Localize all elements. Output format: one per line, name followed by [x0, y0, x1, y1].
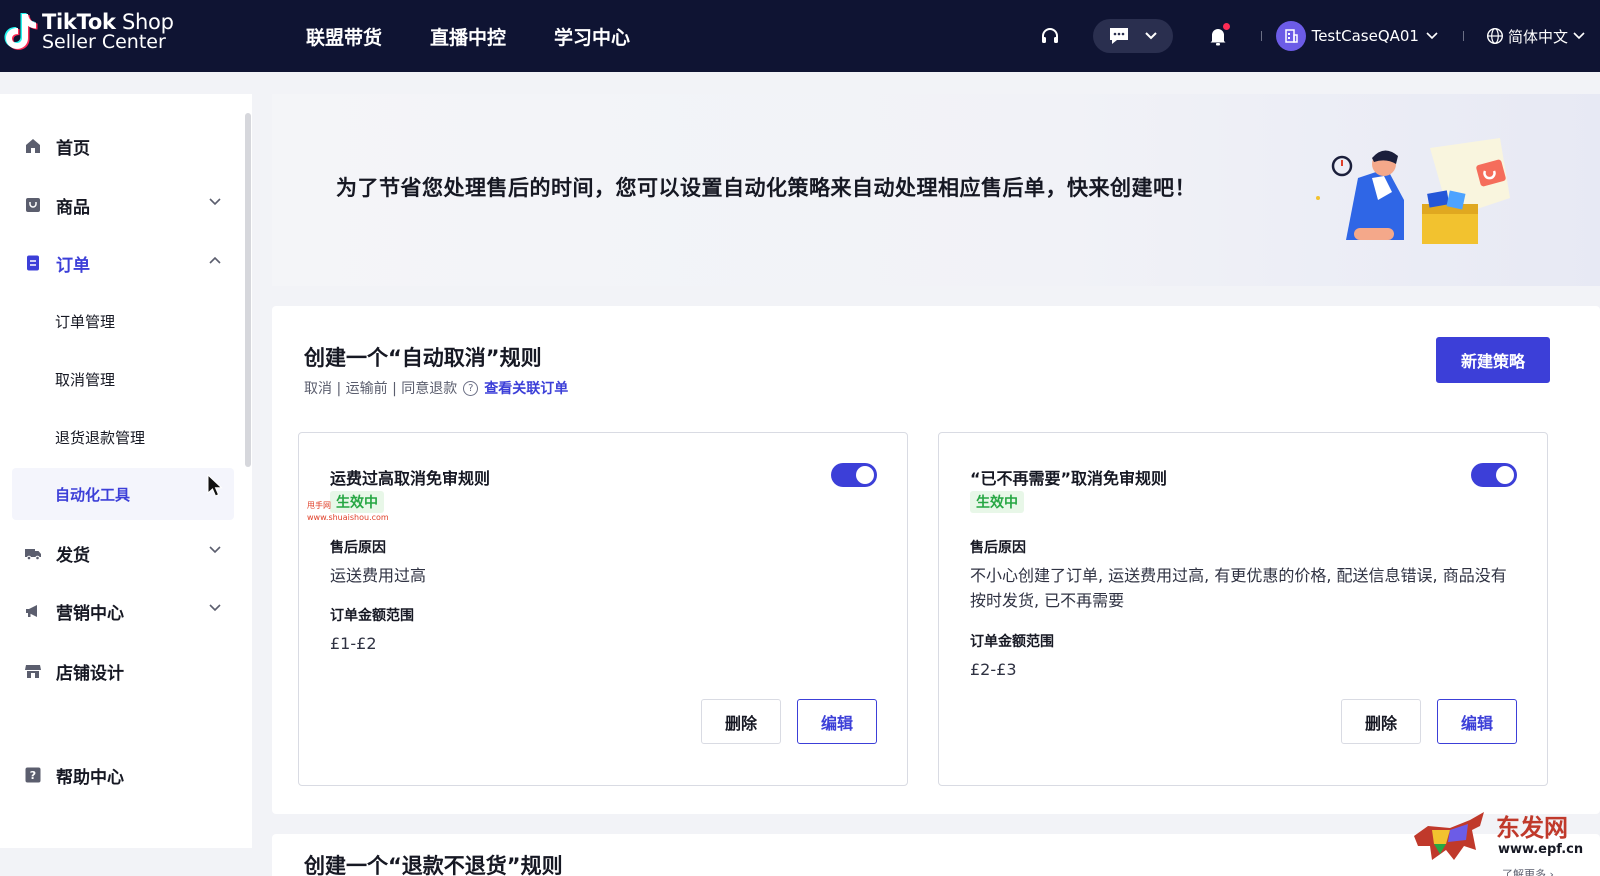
megaphone-icon — [24, 602, 42, 620]
rule-enable-toggle[interactable] — [1471, 463, 1517, 487]
svg-text:?: ? — [30, 769, 36, 782]
home-icon — [24, 137, 42, 155]
rule-title: “已不再需要”取消免审规则 — [970, 469, 1168, 488]
chevron-down-icon — [209, 604, 221, 612]
chevron-down-icon — [1144, 32, 1157, 40]
truck-icon — [24, 544, 42, 562]
corner-watermark: 东发网 www.epf.cn 了解更多 › — [1410, 806, 1600, 876]
amount-label: 订单金额范围 — [970, 634, 1054, 650]
topnav-learning-center[interactable]: 学习中心 — [554, 23, 630, 50]
watermark: 甩手网 www.shuaishou.com — [307, 500, 389, 524]
notification-dot — [1222, 23, 1230, 30]
reason-label: 售后原因 — [970, 540, 1026, 556]
amount-value: £2-£3 — [970, 660, 1017, 679]
sidebar-sub-automation-tools[interactable]: 自动化工具 — [12, 468, 234, 520]
shop-avatar-icon — [1275, 21, 1306, 51]
product-icon — [24, 196, 42, 214]
sidebar-sub-returns-refunds[interactable]: 退货退款管理 — [12, 412, 234, 462]
chat-icon — [1109, 28, 1128, 44]
edit-button[interactable]: 编辑 — [1437, 699, 1517, 744]
refund-only-section: 创建一个“退款不退货”规则 — [272, 834, 1600, 876]
language-label: 简体中文 — [1507, 27, 1568, 46]
section-title: 创建一个“退款不退货”规则 — [304, 854, 563, 876]
watermark-brand: 东发网 — [1496, 813, 1568, 842]
reason-label: 售后原因 — [330, 540, 386, 556]
watermark-url: www.epf.cn — [1498, 842, 1584, 857]
message-dropdown[interactable] — [1092, 19, 1173, 53]
chevron-up-icon — [209, 256, 221, 264]
rule-enable-toggle[interactable] — [831, 463, 877, 487]
tiktok-shop-logo[interactable]: TikTok Shop Seller Center — [0, 10, 174, 54]
sidebar-item-label: 营销中心 — [56, 603, 124, 624]
top-bar: TikTok Shop Seller Center 联盟带货 直播中控 学习中心… — [0, 0, 1600, 72]
account-menu[interactable]: TestCaseQA01 — [1275, 21, 1439, 51]
sidebar-item-home[interactable]: 首页 — [12, 121, 234, 171]
divider — [1462, 31, 1464, 41]
sidebar-sub-cancellation[interactable]: 取消管理 — [12, 354, 234, 404]
reason-value: 运送费用过高 — [330, 566, 427, 585]
edit-button[interactable]: 编辑 — [797, 699, 877, 744]
sidebar-item-orders[interactable]: 订单 — [12, 238, 234, 288]
sidebar-item-help-center[interactable]: ? 帮助中心 — [12, 750, 234, 800]
chevron-down-icon — [1573, 32, 1585, 40]
sidebar-item-label: 帮助中心 — [56, 767, 124, 788]
rule-card: 运费过高取消免审规则 生效中 售后原因 运送费用过高 订单金额范围 £1-£2 … — [298, 432, 908, 786]
section-title: 创建一个“自动取消”规则 — [304, 346, 542, 370]
sidebar-sub-order-management[interactable]: 订单管理 — [12, 296, 234, 346]
watermark-text: 甩手网 — [307, 501, 331, 510]
mouse-cursor-icon — [207, 474, 223, 497]
sidebar-item-marketing[interactable]: 营销中心 — [12, 586, 234, 636]
watermark-url: www.shuaishou.com — [307, 513, 389, 522]
language-selector[interactable]: 简体中文 — [1486, 26, 1586, 47]
top-nav: 联盟带货 直播中控 学习中心 — [306, 0, 678, 72]
sidebar-item-products[interactable]: 商品 — [12, 180, 234, 230]
auto-cancel-section: 创建一个“自动取消”规则 取消 | 运输前 | 同意退款 ? 查看关联订单 新建… — [272, 306, 1600, 814]
section-tags: 取消 | 运输前 | 同意退款 — [304, 381, 458, 397]
bell-icon[interactable] — [1203, 21, 1233, 51]
amount-label: 订单金额范围 — [330, 608, 414, 624]
rule-card: “已不再需要”取消免审规则 生效中 售后原因 不小心创建了订单, 运送费用过高,… — [938, 432, 1548, 786]
chevron-down-icon — [1426, 32, 1438, 40]
bull-logo-icon — [1414, 812, 1484, 860]
delete-button[interactable]: 删除 — [701, 699, 781, 744]
section-subtitle: 取消 | 运输前 | 同意退款 ? 查看关联订单 — [304, 378, 568, 398]
question-icon[interactable]: ? — [463, 380, 479, 396]
rule-title: 运费过高取消免审规则 — [330, 469, 491, 488]
reason-value: 不小心创建了订单, 运送费用过高, 有更优惠的价格, 配送信息错误, 商品没有按… — [970, 566, 1507, 610]
delete-button[interactable]: 删除 — [1341, 699, 1421, 744]
sidebar-scrollbar[interactable] — [245, 113, 251, 467]
help-icon: ? — [24, 766, 42, 784]
divider — [1260, 31, 1262, 41]
view-linked-orders-link[interactable]: 查看关联订单 — [484, 378, 568, 398]
sidebar-item-shipping[interactable]: 发货 — [12, 528, 234, 578]
logo-subtitle: Seller Center — [42, 31, 166, 54]
banner-message: 为了节省您处理售后的时间，您可以设置自动化策略来自动处理相应售后单，快来创建吧！ — [336, 176, 1196, 200]
sidebar-item-label: 订单 — [56, 255, 90, 276]
sidebar-item-shop-design[interactable]: 店铺设计 — [12, 646, 234, 696]
status-badge: 生效中 — [970, 491, 1024, 513]
amount-value: £1-£2 — [330, 634, 377, 653]
account-name: TestCaseQA01 — [1311, 27, 1419, 45]
sidebar-item-label: 商品 — [56, 197, 90, 218]
chevron-down-icon — [209, 546, 221, 554]
learn-more-link[interactable]: 了解更多 › — [1502, 866, 1554, 876]
customer-service-illustration-icon — [1316, 138, 1510, 244]
topnav-live-console[interactable]: 直播中控 — [430, 23, 506, 50]
topnav-affiliate[interactable]: 联盟带货 — [306, 23, 382, 50]
globe-icon — [1486, 27, 1503, 45]
order-icon — [24, 254, 42, 272]
chevron-down-icon — [209, 198, 221, 206]
tiktok-logo-icon — [0, 10, 40, 54]
new-strategy-button[interactable]: 新建策略 — [1436, 337, 1550, 383]
sidebar-item-label: 首页 — [56, 138, 90, 159]
headset-icon[interactable] — [1035, 21, 1065, 51]
info-banner: 为了节省您处理售后的时间，您可以设置自动化策略来自动处理相应售后单，快来创建吧！ — [272, 94, 1600, 286]
store-icon — [24, 662, 42, 680]
sidebar-item-label: 店铺设计 — [56, 663, 124, 684]
sidebar-item-label: 发货 — [56, 545, 90, 566]
top-right-tools: TestCaseQA01 简体中文 — [1035, 0, 1600, 72]
